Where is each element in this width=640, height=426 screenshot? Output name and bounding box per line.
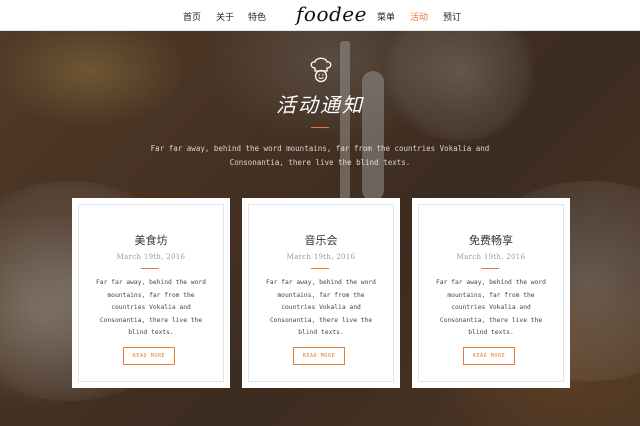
event-card: 美食坊 March 19th, 2016 Far far away, behin…	[72, 198, 230, 388]
read-more-button[interactable]: READ MORE	[123, 347, 175, 365]
event-description: Far far away, behind the word mountains,…	[96, 279, 206, 337]
event-divider	[141, 268, 159, 269]
event-date: March 19th, 2016	[286, 253, 356, 261]
event-card-frame: 美食坊 March 19th, 2016 Far far away, behin…	[78, 204, 224, 382]
section-intro: Far far away, behind the word mountains,…	[150, 144, 490, 167]
read-more-button[interactable]: READ MORE	[293, 347, 345, 365]
nav-item-about[interactable]: 关于	[216, 10, 234, 23]
event-description: Far far away, behind the word mountains,…	[436, 279, 546, 337]
event-divider	[311, 268, 329, 269]
event-description: Far far away, behind the word mountains,…	[266, 279, 376, 337]
nav-item-features[interactable]: 特色	[248, 10, 266, 23]
nav-item-reservation[interactable]: 预订	[443, 10, 461, 23]
event-title: 音乐会	[304, 234, 338, 247]
event-title: 美食坊	[134, 234, 168, 247]
event-card-frame: 免费畅享 March 19th, 2016 Far far away, behi…	[418, 204, 564, 382]
top-navbar: 首页 关于 特色 foodee 菜单 活动 预订	[0, 0, 640, 31]
chef-hat-icon	[310, 57, 332, 83]
nav-item-home[interactable]: 首页	[183, 10, 201, 23]
title-divider	[311, 127, 329, 128]
event-divider	[481, 268, 499, 269]
brand-logo[interactable]: foodee	[296, 2, 367, 26]
event-card-frame: 音乐会 March 19th, 2016 Far far away, behin…	[248, 204, 394, 382]
event-title: 免费畅享	[469, 234, 513, 247]
section-title: 活动通知	[276, 93, 364, 117]
nav-item-menu[interactable]: 菜单	[377, 10, 395, 23]
read-more-button[interactable]: READ MORE	[463, 347, 515, 365]
event-card: 免费畅享 March 19th, 2016 Far far away, behi…	[412, 198, 570, 388]
nav-item-events[interactable]: 活动	[410, 10, 428, 23]
event-date: March 19th, 2016	[456, 253, 526, 261]
event-card: 音乐会 March 19th, 2016 Far far away, behin…	[242, 198, 400, 388]
event-date: March 19th, 2016	[116, 253, 186, 261]
